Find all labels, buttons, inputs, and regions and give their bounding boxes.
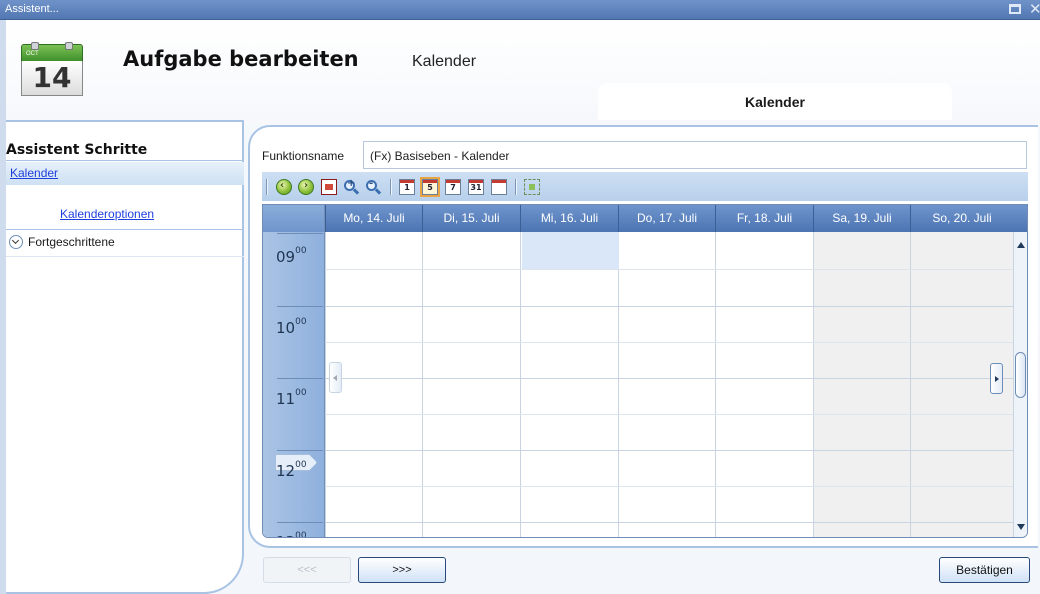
previous-appointment-button[interactable]	[329, 362, 342, 393]
day-header[interactable]: Sa, 19. Juli	[813, 205, 910, 232]
sidebar-item-kalenderoptionen[interactable]: Kalenderoptionen	[60, 207, 154, 221]
function-name-label: Funktionsname	[262, 149, 345, 163]
day-header[interactable]: Mi, 16. Juli	[520, 205, 618, 232]
day-column-weekend[interactable]	[813, 232, 910, 537]
function-name-field[interactable]: (Fx) Basiseben - Kalender	[363, 141, 1027, 169]
zoom-out-icon[interactable]: -	[365, 178, 382, 195]
time-label: 1100	[276, 388, 307, 408]
sidebar-heading: Assistent Schritte	[6, 142, 148, 158]
calendar-icon-month: OCT	[26, 51, 39, 57]
back-button[interactable]: <<<	[263, 557, 351, 583]
scroll-up-arrow-icon[interactable]	[1017, 242, 1025, 248]
next-appointment-button[interactable]	[990, 363, 1003, 394]
day-header[interactable]: Do, 17. Juli	[618, 205, 715, 232]
page-subtitle: Kalender	[412, 53, 477, 70]
scrollbar-thumb[interactable]	[1015, 352, 1026, 398]
wizard-steps-sidebar: Assistent Schritte Kalender Kalenderopti…	[6, 120, 244, 594]
day-header[interactable]: Fr, 18. Juli	[715, 205, 813, 232]
time-label: 1000	[276, 317, 307, 337]
next-icon[interactable]	[298, 179, 314, 195]
day-view-icon[interactable]: 1	[399, 179, 415, 195]
day-column[interactable]	[618, 232, 715, 537]
fit-icon[interactable]	[524, 179, 540, 195]
month-view-icon[interactable]: 31	[468, 179, 484, 195]
page-title: Aufgabe bearbeiten	[123, 47, 359, 71]
previous-icon[interactable]	[276, 179, 292, 195]
window-title: Assistent...	[5, 3, 59, 15]
day-header[interactable]: Mo, 14. Juli	[325, 205, 422, 232]
next-button[interactable]: >>>	[358, 557, 446, 583]
work-week-view-icon[interactable]: 5	[420, 177, 440, 197]
window-titlebar: Assistent... ✕	[0, 0, 1040, 20]
time-label: 0900	[276, 246, 307, 266]
vertical-scrollbar[interactable]	[1013, 232, 1027, 537]
timeline-view-icon[interactable]	[491, 179, 507, 195]
zoom-in-icon[interactable]: +	[343, 178, 360, 195]
calendar-toolbar: + - 1 5 7 31	[262, 172, 1028, 201]
calendar-icon: OCT 14	[21, 42, 83, 96]
week-view-icon[interactable]: 7	[445, 179, 461, 195]
day-header[interactable]: Di, 15. Juli	[422, 205, 520, 232]
sidebar-item-label: Fortgeschrittene	[28, 235, 115, 249]
sidebar-item-kalender[interactable]: Kalender	[10, 166, 58, 180]
close-icon[interactable]: ✕	[1029, 0, 1040, 18]
tab-kalender[interactable]: Kalender	[598, 83, 952, 120]
time-label: 1200	[276, 460, 307, 480]
day-column[interactable]	[715, 232, 813, 537]
maximize-icon[interactable]	[1009, 4, 1021, 14]
calendar-grid[interactable]: Mo, 14. Juli Di, 15. Juli Mi, 16. Juli D…	[262, 204, 1028, 538]
day-column[interactable]	[422, 232, 520, 537]
day-header[interactable]: So, 20. Juli	[910, 205, 1013, 232]
binder-ring-icon	[31, 42, 39, 50]
scroll-down-arrow-icon[interactable]	[1017, 524, 1025, 530]
today-icon[interactable]	[321, 179, 337, 195]
binder-ring-icon	[65, 42, 73, 50]
day-column[interactable]	[520, 232, 618, 537]
time-label: 1300	[276, 531, 307, 538]
chevron-down-circle-icon[interactable]	[9, 235, 23, 249]
selected-time-slot[interactable]	[522, 232, 619, 269]
calendar-icon-day: 14	[32, 61, 72, 94]
tab-label: Kalender	[745, 94, 805, 110]
confirm-button[interactable]: Bestätigen	[939, 557, 1030, 583]
